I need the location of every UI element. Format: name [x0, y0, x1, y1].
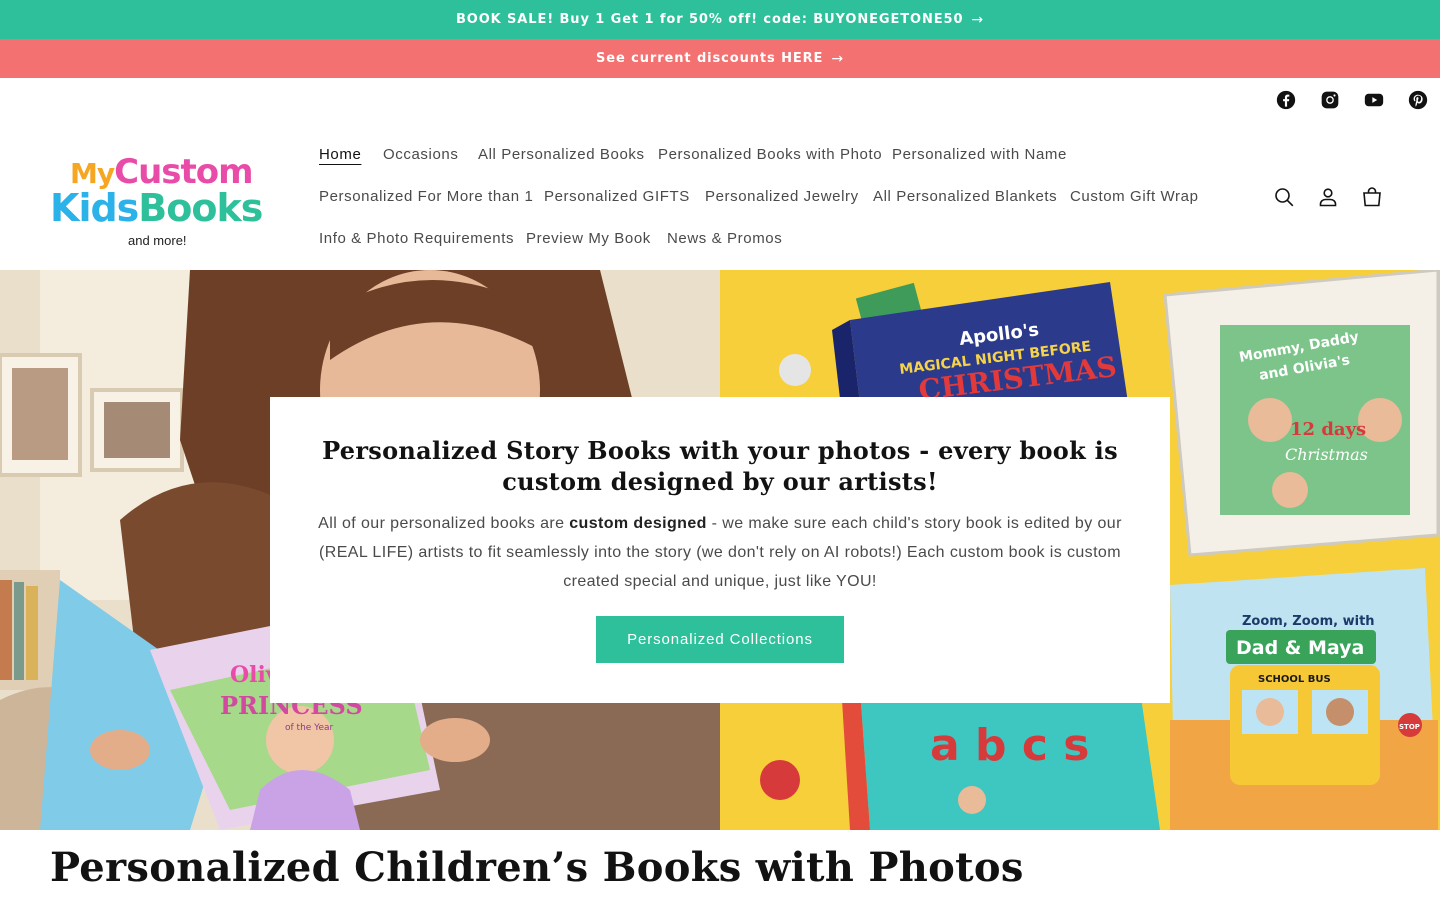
nav-item-jewelry[interactable]: Personalized Jewelry	[705, 187, 859, 207]
pinterest-icon[interactable]	[1408, 88, 1428, 112]
nav-item-all-personalized-books[interactable]: All Personalized Books	[478, 145, 645, 165]
announcement-bar-sale[interactable]: BOOK SALE! Buy 1 Get 1 for 50% off! code…	[0, 0, 1440, 39]
hero-content-panel: Personalized Story Books with your photo…	[270, 397, 1170, 703]
instagram-icon[interactable]	[1320, 88, 1340, 112]
book-subtitle-text: of the Year	[285, 723, 334, 733]
site-logo[interactable]: MyCustom KidsBooks and more!	[48, 150, 280, 250]
facebook-icon[interactable]	[1276, 88, 1296, 112]
search-icon[interactable]	[1272, 185, 1296, 209]
bus-book-stop: STOP	[1399, 723, 1420, 731]
nav-item-more-than-1[interactable]: Personalized For More than 1	[319, 187, 533, 207]
nav-item-gifts[interactable]: Personalized GIFTS	[544, 187, 690, 207]
nav-item-books-with-photo[interactable]: Personalized Books with Photo	[658, 145, 882, 165]
logo-bottom-row: KidsBooks	[50, 186, 263, 230]
nav-item-info-photo[interactable]: Info & Photo Requirements	[319, 229, 514, 249]
bus-book-line2: Dad & Maya	[1236, 637, 1364, 659]
nav-item-news-promos[interactable]: News & Promos	[667, 229, 782, 249]
account-icon[interactable]	[1316, 185, 1340, 209]
hero-body-emphasis: custom designed	[569, 515, 707, 532]
youtube-icon[interactable]	[1364, 88, 1384, 112]
personalized-collections-button[interactable]: Personalized Collections	[596, 616, 844, 663]
hero-heading: Personalized Story Books with your photo…	[322, 436, 1118, 496]
logo-tagline: and more!	[128, 233, 187, 248]
bus-book-sign: SCHOOL BUS	[1258, 674, 1331, 685]
nav-item-blankets[interactable]: All Personalized Blankets	[873, 187, 1057, 207]
days-book-line4: Christmas	[1285, 445, 1368, 464]
nav-item-home[interactable]: Home	[319, 145, 361, 165]
days-book-line3: 12 days	[1290, 419, 1366, 440]
nav-item-gift-wrap[interactable]: Custom Gift Wrap	[1070, 187, 1199, 207]
announcement-bar-discounts[interactable]: See current discounts HERE →	[0, 39, 1440, 78]
nav-item-preview-book[interactable]: Preview My Book	[526, 229, 651, 249]
abc-book-letters: a b c s	[930, 720, 1089, 771]
nav-item-occasions[interactable]: Occasions	[383, 145, 458, 165]
hero-body-text: All of our personalized books are custom…	[318, 515, 1122, 590]
arrow-right-icon: →	[971, 11, 985, 28]
announcement-text: See current discounts HERE	[596, 51, 824, 66]
nav-item-personalized-with-name[interactable]: Personalized with Name	[892, 145, 1067, 165]
arrow-right-icon: →	[831, 50, 844, 67]
announcement-text: BOOK SALE! Buy 1 Get 1 for 50% off! code…	[455, 12, 964, 27]
bus-book-line1: Zoom, Zoom, with	[1242, 614, 1375, 629]
cart-icon[interactable]	[1360, 185, 1384, 209]
section-title: Personalized Children’s Books with Photo…	[50, 844, 1024, 891]
